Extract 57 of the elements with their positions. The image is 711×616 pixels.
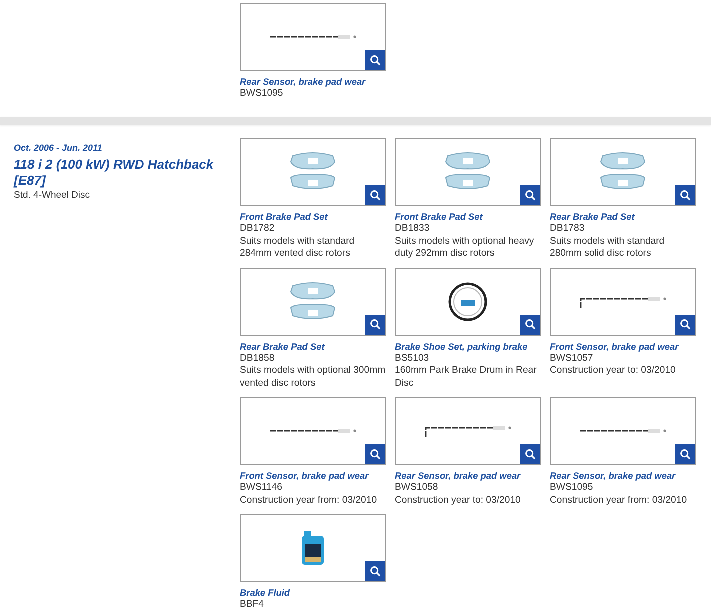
product-title[interactable]: Front Brake Pad Set	[240, 211, 386, 223]
zoom-button[interactable]	[365, 185, 385, 205]
product-note: Suits models with standard 284mm vented disc rotors	[240, 236, 356, 260]
product-title[interactable]: Rear Brake Pad Set	[240, 340, 386, 352]
product-title[interactable]: Front Brake Pad Set	[395, 211, 541, 223]
zoom-button[interactable]	[365, 561, 385, 581]
part-number: DB1782	[240, 223, 276, 236]
part-number: BWS1095	[240, 88, 284, 100]
part-number: DB1833	[395, 223, 431, 236]
product-note: Construction year to: 03/2010	[550, 365, 677, 378]
part-number: DB1783	[550, 223, 586, 236]
zoom-button[interactable]	[520, 314, 540, 334]
zoom-button[interactable]	[675, 444, 695, 464]
product-title[interactable]: Rear Brake Pad Set	[550, 211, 696, 223]
search-icon	[524, 319, 536, 330]
fluid-bottle-drawing	[300, 530, 326, 566]
vehicle-model: 118 i 2 (100 kW) RWD Hatchback [E87]	[14, 157, 215, 189]
product-note: Suits models with optional heavy duty 292mm disc rotors	[395, 236, 536, 260]
search-icon	[370, 566, 380, 576]
zoom-button[interactable]	[365, 50, 385, 70]
part-number: BS5103	[395, 352, 430, 365]
search-icon	[524, 448, 536, 460]
product-note: Construction year from: 03/2010	[240, 494, 378, 507]
part-number: BWS1058	[395, 482, 440, 494]
zoom-button[interactable]	[520, 185, 540, 205]
zoom-button[interactable]	[520, 444, 540, 464]
part-number: DB1858	[240, 352, 276, 365]
product-title[interactable]: Rear Sensor, brake pad wear	[240, 76, 386, 88]
search-icon	[680, 319, 690, 330]
product-title[interactable]: Front Sensor, brake pad wear	[550, 340, 696, 352]
product-title[interactable]: Rear Sensor, brake pad wear	[395, 470, 541, 482]
zoom-button[interactable]	[365, 444, 385, 464]
product-title[interactable]: Rear Sensor, brake pad wear	[550, 470, 696, 482]
product-note: 160mm Park Brake Drum in Rear Disc	[395, 365, 538, 390]
part-number: BBF4	[240, 599, 265, 612]
part-number: BWS1057	[550, 352, 594, 365]
brake-configuration: Std. 4-Wheel Disc	[14, 189, 92, 202]
product-title[interactable]: Brake Fluid	[240, 587, 386, 599]
product-note: Suits models with standard 280mm solid disc rotors	[550, 236, 666, 260]
product-title[interactable]: Front Sensor, brake pad wear	[240, 470, 386, 482]
zoom-button[interactable]	[365, 314, 385, 334]
search-icon	[370, 319, 380, 330]
date-range: Oct. 2006 - Jun. 2011	[14, 142, 104, 154]
part-number: BWS1095	[550, 482, 594, 494]
search-icon	[370, 448, 380, 460]
search-icon	[370, 54, 380, 66]
product-note: Suits models with optional 300mm vented disc rotors	[240, 365, 386, 390]
product-title[interactable]: Brake Shoe Set, parking brake	[395, 340, 541, 352]
part-number: BWS1146	[240, 482, 284, 494]
search-icon	[370, 190, 380, 200]
product-note: Construction year from: 03/2010	[550, 494, 688, 507]
zoom-button[interactable]	[675, 314, 695, 334]
search-icon	[680, 448, 690, 460]
search-icon	[524, 190, 536, 200]
search-icon	[680, 190, 690, 200]
zoom-button[interactable]	[675, 185, 695, 205]
product-note: Construction year to: 03/2010	[395, 494, 522, 507]
